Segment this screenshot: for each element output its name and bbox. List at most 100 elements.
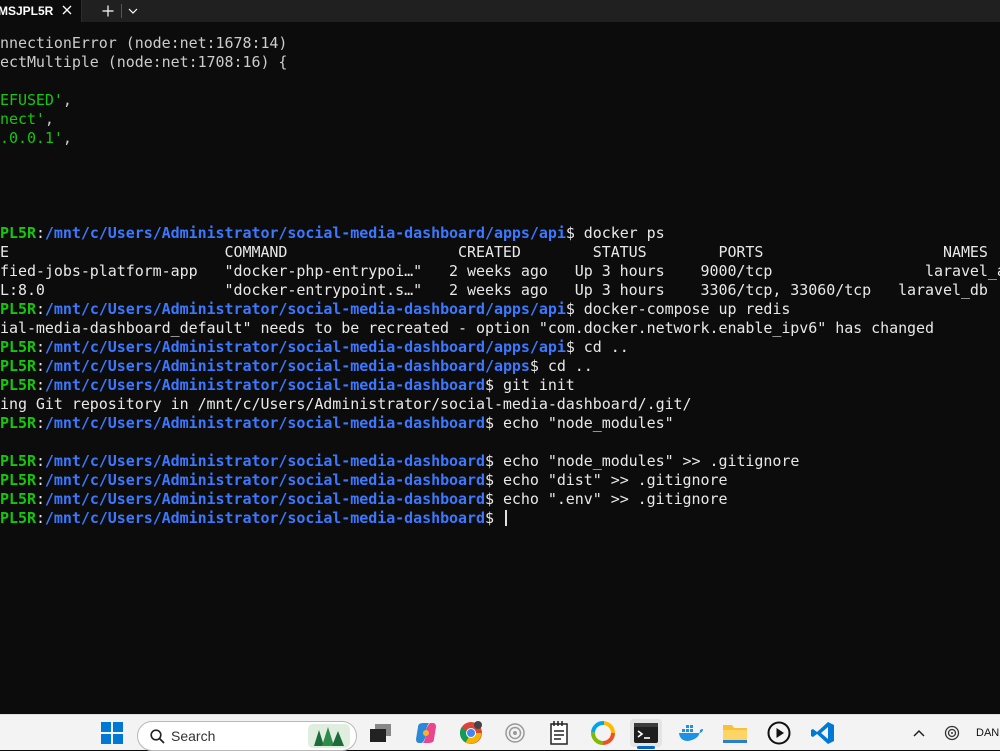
prompt-host: PL5R	[0, 376, 36, 394]
terminal-line: PL5R:/mnt/c/Users/Administrator/social-m…	[0, 452, 1000, 471]
docker-icon[interactable]	[675, 719, 707, 747]
terminal-text: :	[35, 471, 45, 489]
prompt-host: PL5R	[0, 452, 36, 470]
media-player-icon[interactable]	[763, 719, 795, 747]
prompt-path: /mnt/c/Users/Administrator/social-media-…	[44, 509, 485, 527]
terminal-line: PL5R:/mnt/c/Users/Administrator/social-m…	[0, 338, 1000, 357]
terminal-line: PL5R:/mnt/c/Users/Administrator/social-m…	[0, 357, 1000, 376]
prompt-host: PL5R	[0, 338, 36, 356]
terminal-text: $ git init	[484, 376, 575, 394]
title-bar: MSJPL5R	[0, 0, 1000, 22]
tray-chevron-icon[interactable]	[904, 719, 934, 747]
close-icon[interactable]	[58, 0, 76, 20]
notepad-icon[interactable]	[543, 719, 575, 747]
text-cursor	[504, 510, 507, 526]
terminal-text: :	[35, 357, 45, 375]
prompt-host: PL5R	[0, 414, 36, 432]
search-input[interactable]: Search	[137, 721, 357, 751]
tab-title: MSJPL5R	[0, 4, 54, 18]
terminal-text: :	[35, 224, 45, 242]
terminal-text: $ cd ..	[565, 338, 629, 356]
terminal-line: .0.0.1',	[0, 129, 1000, 148]
tray-label[interactable]: DAN	[976, 727, 999, 739]
tab-dropdown-button[interactable]	[122, 0, 144, 22]
prompt-host: PL5R	[0, 357, 36, 375]
tray-wifi-icon[interactable]	[938, 719, 966, 747]
terminal-text: :	[35, 452, 45, 470]
terminal-text: :	[35, 414, 45, 432]
terminal-line: PL5R:/mnt/c/Users/Administrator/social-m…	[0, 300, 1000, 319]
prompt-path: /mnt/c/Users/Administrator/social-media-…	[44, 376, 485, 394]
terminal-line: E COMMAND CREATED STATUS PORTS NAMES	[0, 243, 1000, 262]
terminal-line: PL5R:/mnt/c/Users/Administrator/social-m…	[0, 376, 1000, 395]
file-explorer-icon[interactable]	[719, 719, 751, 747]
prompt-path: /mnt/c/Users/Administrator/social-media-…	[44, 414, 485, 432]
photos-icon[interactable]	[587, 719, 619, 747]
active-app-indicator	[637, 746, 655, 749]
chrome-icon[interactable]	[455, 719, 487, 747]
new-tab-button[interactable]	[95, 0, 121, 22]
terminal-text: :	[35, 509, 45, 527]
task-view-icon[interactable]	[365, 719, 397, 747]
terminal-output[interactable]: nnectionError (node:net:1678:14) ectMulti…	[0, 22, 1000, 714]
windows-start-icon[interactable]	[96, 719, 128, 747]
terminal-text: :	[35, 300, 45, 318]
terminal-text: :	[35, 376, 45, 394]
terminal-line: PL5R:/mnt/c/Users/Administrator/social-m…	[0, 224, 1000, 243]
prompt-host: PL5R	[0, 509, 36, 527]
terminal-line: nnectionError (node:net:1678:14)	[0, 34, 1000, 53]
prompt-path: /mnt/c/Users/Administrator/social-media-…	[44, 224, 566, 242]
prompt-host: PL5R	[0, 224, 36, 242]
terminal-tab[interactable]: MSJPL5R	[0, 0, 82, 22]
terminal-text: fied-jobs-platform-app "docker-php-entry…	[0, 262, 1000, 280]
terminal-icon[interactable]	[630, 719, 662, 747]
prompt-path: /mnt/c/Users/Administrator/social-media-…	[44, 338, 566, 356]
terminal-text: $ docker ps	[565, 224, 665, 242]
prompt-host: PL5R	[0, 471, 36, 489]
terminal-text: EFUSED'	[0, 91, 63, 109]
search-placeholder: Search	[171, 728, 216, 744]
vscode-icon[interactable]	[807, 719, 839, 747]
prompt-path: /mnt/c/Users/Administrator/social-media-…	[44, 357, 530, 375]
terminal-text: ing Git repository in /mnt/c/Users/Admin…	[0, 395, 692, 413]
terminal-text: ,	[62, 91, 72, 109]
terminal-line: fied-jobs-platform-app "docker-php-entry…	[0, 262, 1000, 281]
terminal-text: ,	[44, 110, 54, 128]
terminal-text: L:8.0 "docker-entrypoint.s…" 2 weeks ago…	[0, 281, 988, 299]
terminal-text: ectMultiple (node:net:1708:16) {	[0, 53, 288, 71]
terminal-text: $ docker-compose up redis	[565, 300, 791, 318]
terminal-text: :	[35, 338, 45, 356]
terminal-line: PL5R:/mnt/c/Users/Administrator/social-m…	[0, 509, 1000, 528]
taskbar: Search DAN	[0, 714, 1000, 751]
terminal-line: nect',	[0, 110, 1000, 129]
terminal-line: L:8.0 "docker-entrypoint.s…" 2 weeks ago…	[0, 281, 1000, 300]
terminal-line: PL5R:/mnt/c/Users/Administrator/social-m…	[0, 414, 1000, 433]
copilot-icon[interactable]	[410, 719, 442, 747]
terminal-text: $ echo "dist" >> .gitignore	[484, 471, 728, 489]
terminal-text: nnectionError (node:net:1678:14)	[0, 34, 288, 52]
prompt-path: /mnt/c/Users/Administrator/social-media-…	[44, 471, 485, 489]
prompt-path: /mnt/c/Users/Administrator/social-media-…	[44, 300, 566, 318]
terminal-line: ing Git repository in /mnt/c/Users/Admin…	[0, 395, 1000, 414]
chevron-down-icon	[128, 8, 138, 14]
network-app-icon[interactable]	[499, 719, 531, 747]
terminal-line: PL5R:/mnt/c/Users/Administrator/social-m…	[0, 490, 1000, 509]
terminal-line: ial-media-dashboard_default" needs to be…	[0, 319, 1000, 338]
prompt-host: PL5R	[0, 300, 36, 318]
prompt-host: PL5R	[0, 490, 36, 508]
terminal-text: $ cd ..	[529, 357, 593, 375]
terminal-lines: nnectionError (node:net:1678:14) ectMulti…	[0, 34, 1000, 528]
plus-icon	[102, 5, 114, 17]
search-icon	[150, 728, 165, 744]
terminal-text: ,	[62, 129, 72, 147]
terminal-line: PL5R:/mnt/c/Users/Administrator/social-m…	[0, 471, 1000, 490]
terminal-text: nect'	[0, 110, 45, 128]
prompt-path: /mnt/c/Users/Administrator/social-media-…	[44, 452, 485, 470]
terminal-text: $ echo ".env" >> .gitignore	[484, 490, 728, 508]
terminal-text: :	[35, 490, 45, 508]
